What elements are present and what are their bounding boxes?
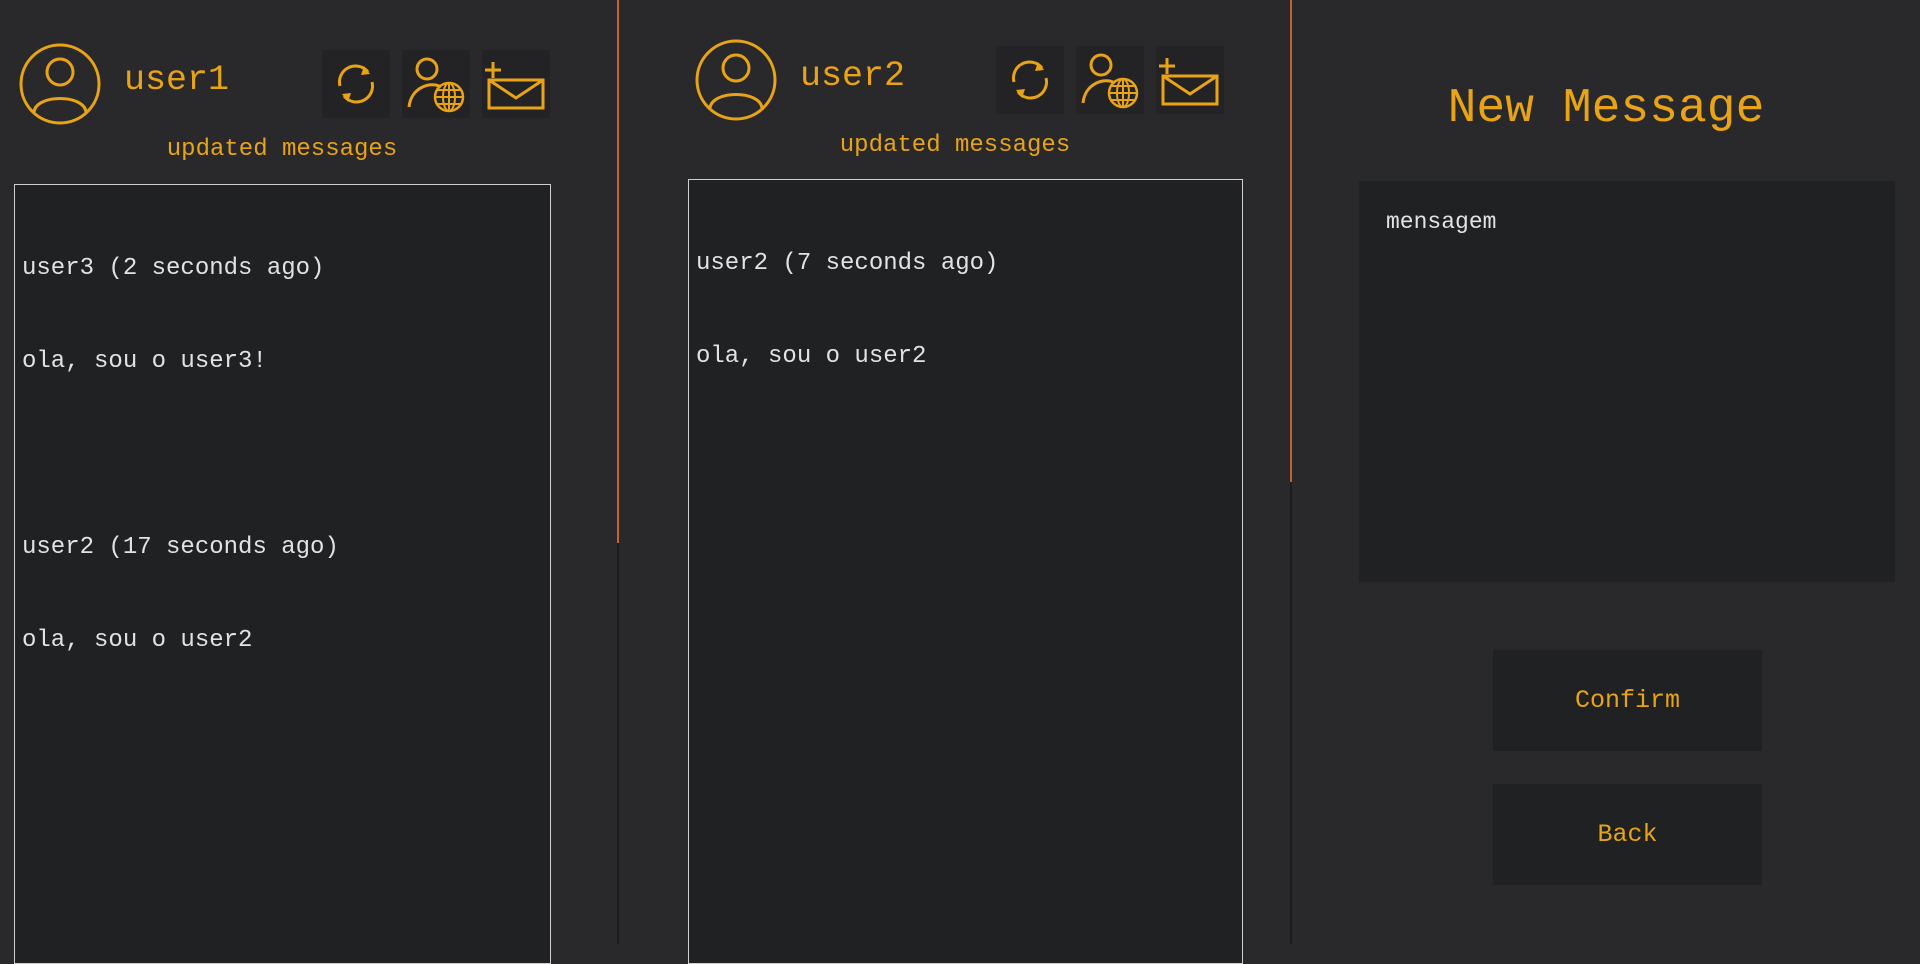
new-mail-icon [485, 62, 545, 110]
list-item: user2 (7 seconds ago) ola, sou o user2 [696, 186, 1242, 434]
new-mail-icon [1159, 58, 1219, 106]
message-header: user2 (17 seconds ago) [22, 534, 339, 561]
message-header: user3 (2 seconds ago) [22, 255, 325, 282]
refresh-icon [1012, 60, 1048, 100]
message-input[interactable] [1359, 181, 1895, 582]
message-header: user2 (7 seconds ago) [696, 250, 999, 277]
message-list[interactable]: user3 (2 seconds ago) ola, sou o user3! … [14, 184, 551, 964]
refresh-button[interactable] [996, 46, 1064, 114]
status-text: updated messages [166, 136, 398, 163]
message-list[interactable]: user2 (7 seconds ago) ola, sou o user2 [688, 179, 1243, 964]
online-users-button[interactable] [1076, 46, 1144, 114]
user-circle-icon [695, 39, 777, 121]
username-label: user1 [124, 60, 230, 100]
user1-panel: user1 updated messages user3 (2 seconds … [0, 0, 617, 964]
refresh-button[interactable] [322, 50, 390, 118]
refresh-icon [338, 64, 374, 104]
user-globe-icon [1081, 53, 1139, 109]
list-item: user2 (17 seconds ago) ola, sou o user2 [22, 470, 550, 718]
message-body: ola, sou o user2 [22, 627, 253, 654]
list-item: user3 (2 seconds ago) ola, sou o user3! [22, 191, 550, 439]
back-button[interactable]: Back [1493, 784, 1762, 885]
status-text: updated messages [839, 132, 1071, 159]
message-body: ola, sou o user3! [22, 348, 267, 375]
panel-divider[interactable] [617, 0, 619, 944]
message-body: ola, sou o user2 [696, 343, 927, 370]
username-label: user2 [800, 56, 906, 96]
new-message-button[interactable] [482, 50, 550, 118]
user-circle-icon [19, 43, 101, 125]
online-users-button[interactable] [402, 50, 470, 118]
user2-panel: user2 updated messages user2 (7 seconds … [620, 0, 1290, 964]
new-message-button[interactable] [1156, 46, 1224, 114]
confirm-button[interactable]: Confirm [1493, 650, 1762, 751]
user-globe-icon [407, 57, 465, 113]
page-title: New Message [1447, 82, 1765, 136]
